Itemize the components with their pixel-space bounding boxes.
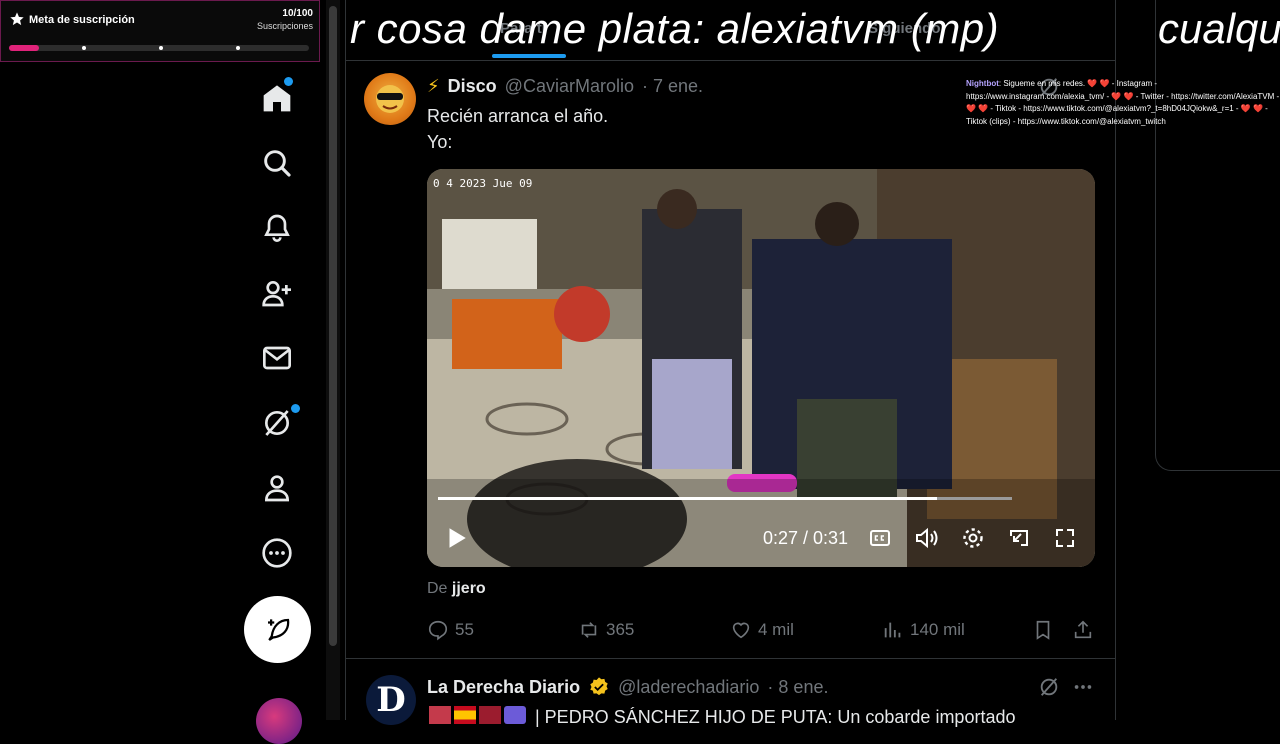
tweet-date[interactable]: · 8 ene. [767,677,828,698]
scrollbar-thumb[interactable] [329,6,337,646]
tweet-author-handle[interactable]: @CaviarMarolio [505,76,634,97]
mail-icon [263,346,291,370]
nav-profile[interactable] [245,456,309,520]
views-button[interactable]: 140 mil [882,619,965,641]
retweet-icon [581,622,597,638]
nav-notifications[interactable] [245,196,309,260]
nav-home[interactable] [245,66,309,130]
goal-progress-fill [9,45,39,51]
stream-chat-overlay: Nightbot: Sigueme en mis redes. ❤️ ❤️ - … [966,78,1280,128]
retweet-button[interactable]: 365 [578,619,634,641]
nav-explore[interactable] [245,131,309,195]
video-source-label: De [427,580,448,597]
nav-grok[interactable] [245,391,309,455]
nav-follow[interactable] [245,261,309,325]
tweet-author-name[interactable]: Disco [448,76,497,97]
video-time: 0:27 / 0:31 [763,528,849,548]
more-icon [262,538,292,568]
like-count: 4 mil [758,620,794,639]
subscription-goal-widget: Meta de suscripción 10/100 Suscripciones [0,0,320,62]
video-progress-track[interactable] [438,497,1012,500]
captions-icon[interactable] [868,526,892,550]
more-options-icon[interactable] [1072,676,1094,698]
video-frame [427,169,1095,567]
flag-icon [479,706,501,724]
crescent-icon [504,706,526,724]
tweet-header: ⚡ Disco @CaviarMarolio · 7 ene. [427,76,703,97]
cctv-timestamp: 0 4 2023 Jue 09 [433,177,533,190]
retweet-count: 365 [606,620,635,639]
star-icon [10,12,24,26]
heart-icon [732,622,750,639]
goal-subtitle: Suscripciones [256,21,313,31]
verified-badge-icon [590,677,608,696]
tweet-author-name[interactable]: La Derecha Diario [427,677,580,698]
tweet-text-line: Yo: [427,132,453,152]
grok-icon [265,410,289,436]
bookmark-icon[interactable] [1032,619,1054,641]
tweet-author-avatar[interactable]: D [366,675,416,725]
goal-marker [236,46,240,50]
tweet-header: La Derecha Diario @laderechadiario · 8 e… [427,676,828,698]
tweet-divider [345,658,1116,659]
stream-overlay-ticker-right: cualqu [1158,5,1280,52]
avatar-face-icon [376,85,404,113]
tweet-emoji-row [429,706,526,724]
chat-message: : Sigueme en mis redes. ❤️ ❤️ - Instagra… [966,79,1280,126]
picture-in-picture-icon[interactable] [1007,526,1031,550]
home-icon [263,85,291,112]
video-source-user[interactable]: jjero [452,580,486,597]
avatar-letter: D [376,680,406,720]
goal-marker [82,46,86,50]
post-icon [267,618,289,641]
notification-dot [291,404,300,413]
share-icon[interactable] [1072,619,1094,641]
header-divider [345,60,1116,61]
search-icon [264,150,291,177]
settings-gear-icon[interactable] [961,526,985,550]
tweet-author-handle[interactable]: @laderechadiario [618,677,759,698]
play-icon[interactable] [443,525,469,551]
stream-overlay-ticker: r cosa dame plata: alexiatvm (mp) [350,5,1000,52]
video-source: De jjero [427,580,486,598]
tweet-text: | PEDRO SÁNCHEZ HIJO DE PUTA: Un cobarde… [535,707,1016,727]
bell-icon [264,214,290,242]
right-panel-edge [1155,0,1280,471]
tweet-author-emoji: ⚡ [427,76,440,96]
account-avatar[interactable] [256,698,302,744]
reply-icon [428,620,448,641]
add-user-icon [262,281,291,307]
siren-icon [429,706,451,724]
grok-icon[interactable] [1038,676,1060,698]
tweet-text-line: Recién arranca el año. [427,106,609,126]
fullscreen-icon[interactable] [1053,526,1077,550]
chat-username: Nightbot [966,79,999,88]
active-tab-indicator [492,54,566,58]
profile-icon [264,475,290,502]
notification-dot [284,77,293,86]
like-button[interactable]: 4 mil [730,619,794,641]
tweet-date[interactable]: · 7 ene. [642,76,703,97]
analytics-icon [884,622,901,638]
goal-count: 10/100 [282,8,313,19]
view-count: 140 mil [910,620,965,639]
volume-icon[interactable] [914,526,940,550]
nav-messages[interactable] [245,326,309,390]
goal-marker [159,46,163,50]
compose-post-button[interactable] [244,596,311,663]
goal-title: Meta de suscripción [29,14,135,26]
nav-more[interactable] [245,521,309,585]
spain-flag-icon [454,706,476,724]
tweet-video-player[interactable]: 0 4 2023 Jue 09 0:27 / 0:31 [427,169,1095,567]
video-progress-fill [438,497,938,500]
reply-button[interactable]: 55 [427,619,474,641]
reply-count: 55 [455,620,474,639]
tweet-author-avatar[interactable] [364,73,416,125]
